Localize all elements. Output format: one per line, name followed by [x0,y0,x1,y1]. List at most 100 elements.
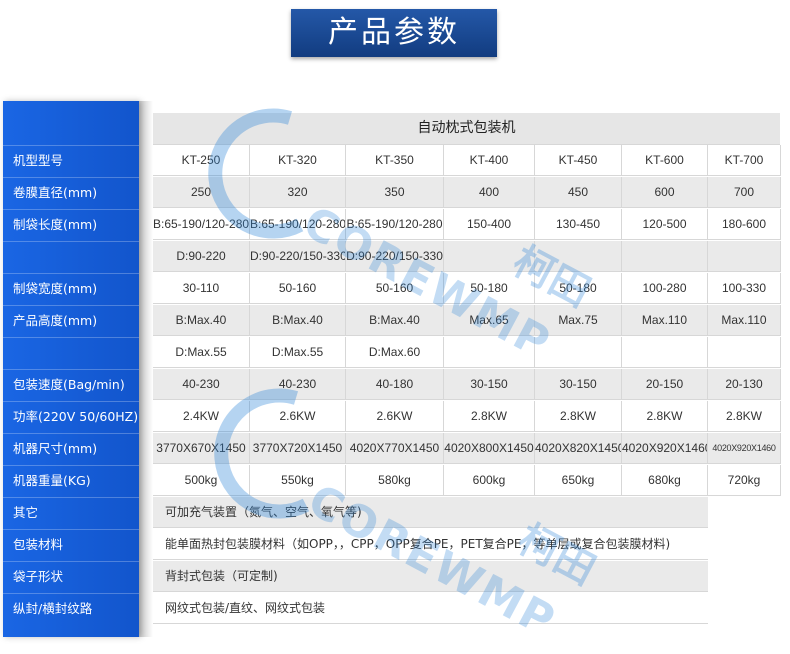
table-cell: 250 [153,177,250,208]
table-cell: 600kg [444,465,535,496]
table-row: 能单面热封包装膜材料（如OPP，，CPP，OPP复合PE，PET复合PE，等单层… [153,529,781,561]
table-cell: 130-450 [535,209,622,240]
table-cell-span: 可加充气装置（氮气、空气、氧气等) [153,497,708,528]
table-cell: KT-320 [250,145,346,176]
table-cell: 2.6KW [346,401,444,432]
table-cell: D:Max.60 [346,337,444,368]
table-row: 30-110 50-160 50-160 50-180 50-180 100-280 100… [153,273,781,305]
table-cell: 3770X720X1450 [250,433,346,464]
table-cell: 180-600 [708,209,781,240]
table-cell: 450 [535,177,622,208]
table-cell [444,337,535,368]
table-cell: KT-250 [153,145,250,176]
table-cell: D:90-220/150-330 [250,241,346,272]
table-cell: 4020X820X1450 [535,433,622,464]
table-cell: 20-150 [622,369,708,400]
table-row: 2.4KW 2.6KW 2.6KW 2.8KW 2.8KW 2.8KW 2.8KW [153,401,781,433]
table-cell: B:Max.40 [153,305,250,336]
table-cell: 600 [622,177,708,208]
row-separator [3,529,139,530]
table-cell: B:65-190/120-280 [153,209,250,240]
table-cell: KT-700 [708,145,781,176]
row-separator [3,433,139,434]
table-cell [708,241,781,272]
table-cell: 680kg [622,465,708,496]
table-cell: 100-330 [708,273,781,304]
table-row: B:65-190/120-280 B:65-190/120-280 B:65-190… [153,209,781,241]
row-label: 机型型号 [13,153,64,168]
row-label: 机器尺寸(mm) [13,441,98,456]
table-cell: 550kg [250,465,346,496]
table-cell: 4020X770X1450 [346,433,444,464]
table-cell [622,241,708,272]
table-cell: 4020X920X1460 [708,433,781,464]
table-title: 自动枕式包装机 [153,113,780,145]
table-cell: 500kg [153,465,250,496]
table-row: KT-250 KT-320 KT-350 KT-400 KT-450 KT-600 KT-7… [153,145,781,177]
row-header-column: 机型型号 卷膜直径(mm) 制袋长度(mm) 制袋宽度(mm) 产品高度(mm) 包装速度… [3,101,139,637]
table-cell: 2.8KW [444,401,535,432]
row-label: 制袋宽度(mm) [13,281,98,296]
table-cell: 580kg [346,465,444,496]
table-cell: 2.8KW [535,401,622,432]
column-shadow [139,101,153,637]
row-separator [3,337,139,338]
table-cell [535,337,622,368]
row-separator [3,593,139,594]
table-cell: 400 [444,177,535,208]
table-row: 背封式包装（可定制) [153,561,781,593]
table-cell-span: 背封式包装（可定制) [153,561,708,592]
table-cell: 30-150 [535,369,622,400]
table-cell: KT-400 [444,145,535,176]
table-cell: 50-180 [444,273,535,304]
table-cell: 50-160 [346,273,444,304]
table-cell: 2.4KW [153,401,250,432]
page-title: 产品参数 [328,15,460,50]
row-label: 包装材料 [13,537,64,552]
table-cell: 2.8KW [622,401,708,432]
row-separator [3,145,139,146]
row-label: 其它 [13,505,39,520]
row-separator [3,401,139,402]
table-row: 网纹式包装/直纹、网纹式包装 [153,593,781,625]
table-cell: 700 [708,177,781,208]
table-cell: D:90-220/150-330 [346,241,444,272]
table-cell: B:65-190/120-280 [250,209,346,240]
row-label: 产品高度(mm) [13,313,98,328]
table-cell: 50-180 [535,273,622,304]
row-separator [3,305,139,306]
table-cell: Max.75 [535,305,622,336]
row-separator [3,465,139,466]
row-separator [3,209,139,210]
table-cell: 120-500 [622,209,708,240]
table-row: 250 320 350 400 450 600 700 [153,177,781,209]
row-label: 包装速度(Bag/min) [13,377,125,392]
table-cell: 320 [250,177,346,208]
table-row: D:Max.55 D:Max.55 D:Max.60 [153,337,781,369]
table-cell: 4020X800X1450 [444,433,535,464]
row-separator [3,177,139,178]
table-cell: B:65-190/120-280 [346,209,444,240]
table-cell: 30-110 [153,273,250,304]
row-separator [3,497,139,498]
table-row: 可加充气装置（氮气、空气、氧气等) [153,497,781,529]
table-row: B:Max.40 B:Max.40 B:Max.40 Max.65 Max.75 Max.… [153,305,781,337]
table-cell: 2.6KW [250,401,346,432]
row-label: 制袋长度(mm) [13,217,98,232]
row-label: 机器重量(KG) [13,473,91,488]
table-cell: 50-160 [250,273,346,304]
table-row: 500kg 550kg 580kg 600kg 650kg 680kg 720kg [153,465,781,497]
table-row: 40-230 40-230 40-180 30-150 30-150 20-150 20-1… [153,369,781,401]
table-cell: D:90-220 [153,241,250,272]
table-cell: B:Max.40 [250,305,346,336]
table-cell [708,337,781,368]
table-cell: D:Max.55 [250,337,346,368]
row-separator [3,273,139,274]
row-separator [3,561,139,562]
table-cell: 3770X670X1450 [153,433,250,464]
table-cell-span: 能单面热封包装膜材料（如OPP，，CPP，OPP复合PE，PET复合PE，等单层… [153,529,708,560]
table-cell: 40-230 [153,369,250,400]
table-cell: Max.110 [622,305,708,336]
table-cell: 350 [346,177,444,208]
table-cell: 4020X920X1460 [622,433,708,464]
